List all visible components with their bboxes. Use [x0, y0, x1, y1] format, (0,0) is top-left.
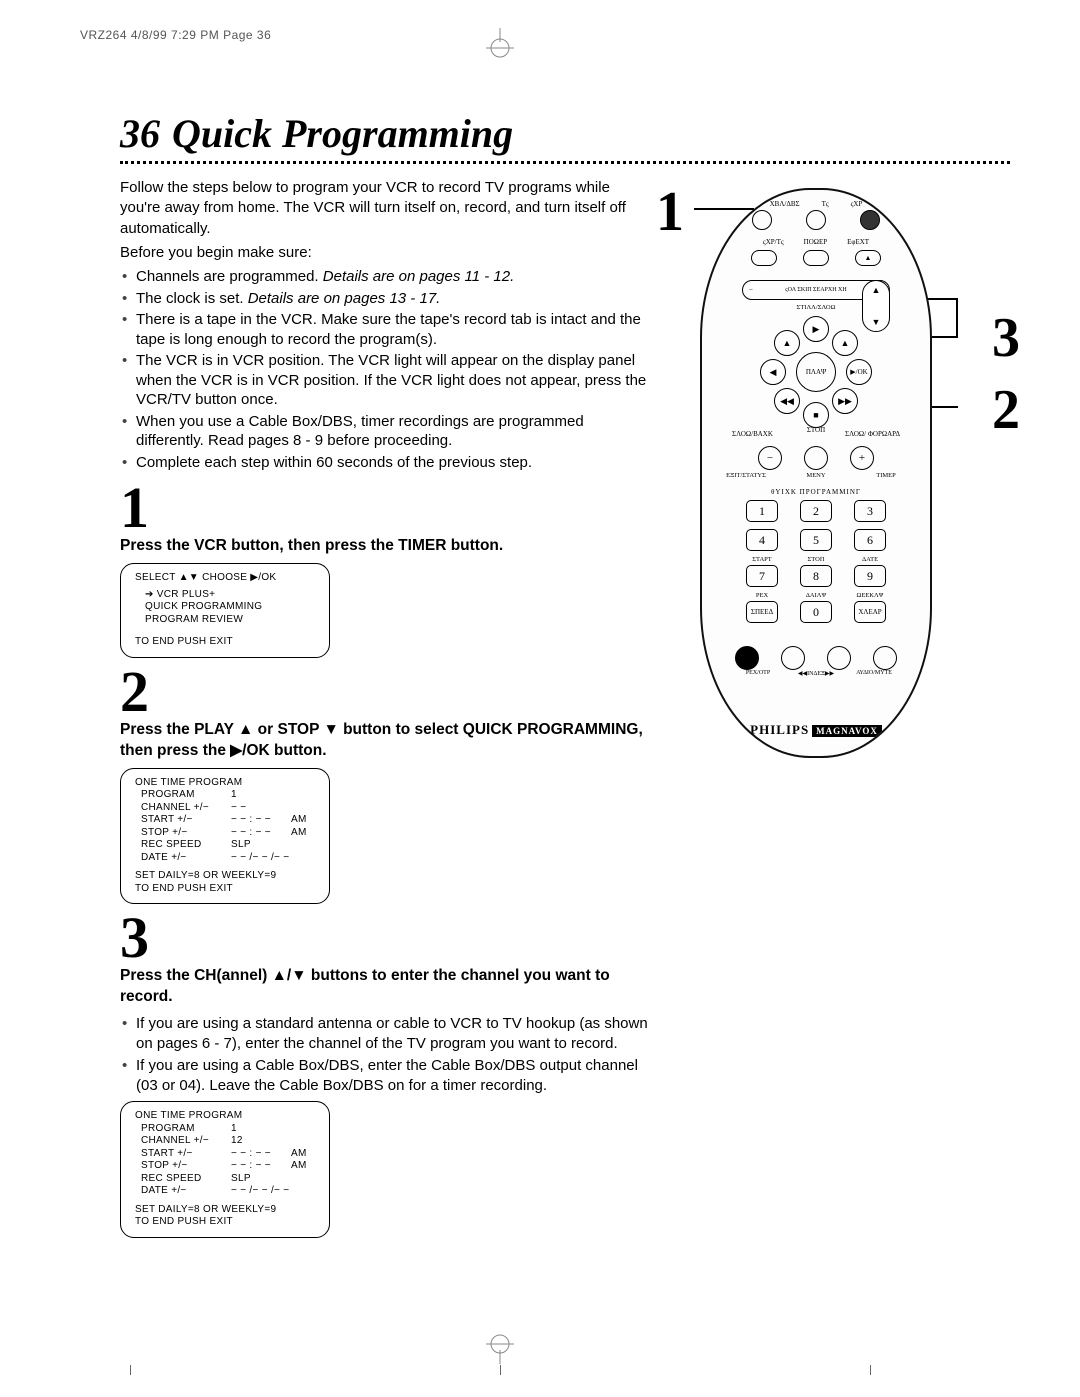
brand: PHILIPSMAGNAVOX	[702, 722, 930, 738]
step-1-screen: SELECT ▲▼ CHOOSE ▶/OK ➔ VCR PLUS+QUICK P…	[120, 563, 330, 658]
keypad-key-0[interactable]: 0	[800, 601, 832, 623]
page-number: 36	[120, 110, 160, 157]
prep-checklist: Channels are programmed. Details are on …	[120, 267, 650, 472]
rew2-button[interactable]: ◀◀	[774, 388, 800, 414]
keypad: 123456ΣΤΑΡΤΣΤΟΠΔΑΤΕ789ΡΕΧΔΑΙΛΨΩΕΕΚΛΨΣΠΕΕ…	[746, 500, 886, 628]
crop-mark-top	[480, 28, 520, 73]
prep-item: Channels are programmed. Details are on …	[120, 267, 650, 287]
step-3-bullets: If you are using a standard antenna or c…	[120, 1014, 650, 1095]
keypad-key-8[interactable]: 8	[800, 565, 832, 587]
prep-item: When you use a Cable Box/DBS, timer reco…	[120, 412, 650, 451]
keypad-key-7[interactable]: 7	[746, 565, 778, 587]
vcr-tv-button[interactable]	[751, 250, 777, 266]
ff-button[interactable]: ▲	[832, 330, 858, 356]
still-slow-button[interactable]: ▶	[803, 316, 829, 342]
keypad-key-ΣΠΕΕΔ[interactable]: ΣΠΕΕΔ	[746, 601, 778, 623]
ff2-button[interactable]: ▶▶	[832, 388, 858, 414]
page-title: Quick Programming	[172, 110, 513, 157]
callout-2: 2	[992, 378, 1020, 442]
rew-button[interactable]: ▲	[774, 330, 800, 356]
callout-3: 3	[992, 306, 1020, 370]
intro-text: Follow the steps below to program your V…	[120, 178, 650, 263]
index-button[interactable]	[781, 646, 805, 670]
keypad-key-2[interactable]: 2	[800, 500, 832, 522]
timer-button[interactable]: +	[850, 446, 874, 470]
step-2-number: 2	[120, 666, 650, 718]
tv-button[interactable]	[806, 210, 826, 230]
slow-back-label: ΣΛΟΩ/ΒΑΧΚ	[732, 430, 773, 438]
step-1-heading: Press the VCR button, then press the TIM…	[120, 536, 650, 557]
dpad: ΠΛΑΨ ▶ ΣΤΙΛΛ/ΣΛΟΩ ■ ΣΤΟΠ ◀ ▶/ΟΚ ▲ ▲ ◀◀ ▶…	[756, 312, 876, 432]
prep-item: There is a tape in the VCR. Make sure th…	[120, 310, 650, 349]
crop-mark-bottom	[480, 1324, 520, 1369]
left-button[interactable]: ◀	[760, 359, 786, 385]
keypad-key-4[interactable]: 4	[746, 529, 778, 551]
step-1-number: 1	[120, 482, 650, 534]
keypad-key-3[interactable]: 3	[854, 500, 886, 522]
audio-mute-button[interactable]	[827, 646, 851, 670]
step-2-screen: ONE TIME PROGRAM PROGRAM1CHANNEL +/−− −S…	[120, 768, 330, 905]
keypad-key-ΧΛΕΑΡ[interactable]: ΧΛΕΑΡ	[854, 601, 886, 623]
stop-button[interactable]: ■	[803, 402, 829, 428]
keypad-key-6[interactable]: 6	[854, 529, 886, 551]
remote-body: ΧΒΛ/ΔΒΣ Τς ςΧΡ ςΧΡ/Τς ΠΟΩΕΡ ΕφΕΧΤ ▲	[700, 188, 932, 758]
slow-fwd-label: ΣΛΟΩ/ ΦΟΡΩΑΡΔ	[845, 430, 900, 438]
keypad-key-1[interactable]: 1	[746, 500, 778, 522]
keypad-title: θΥΙΧΚ ΠΡΟΓΡΑΜΜΙΝΓ	[702, 488, 930, 496]
eject-button[interactable]: ▲	[855, 250, 881, 266]
step-3-bullet: If you are using a standard antenna or c…	[120, 1014, 650, 1054]
play-center-button[interactable]: ΠΛΑΨ	[796, 352, 836, 392]
rec-otr-button[interactable]	[735, 646, 759, 670]
prep-item: Complete each step within 60 seconds of …	[120, 453, 650, 473]
keypad-key-5[interactable]: 5	[800, 529, 832, 551]
prep-item: The clock is set. Details are on pages 1…	[120, 289, 650, 309]
step-3-screen: ONE TIME PROGRAM PROGRAM1CHANNEL +/−12ST…	[120, 1101, 330, 1238]
bottom-ticks	[0, 1365, 1080, 1375]
callout-1: 1	[656, 180, 684, 244]
step-3-bullet: If you are using a Cable Box/DBS, enter …	[120, 1056, 650, 1096]
remote-diagram: 1 3 2 ΧΒΛ/ΔΒΣ Τς	[700, 188, 980, 758]
prep-item: The VCR is in VCR position. The VCR ligh…	[120, 351, 650, 410]
ok-button[interactable]: ▶/ΟΚ	[846, 359, 872, 385]
keypad-key-9[interactable]: 9	[854, 565, 886, 587]
power-button[interactable]	[803, 250, 829, 266]
step-3-heading: Press the CH(annel) ▲/▼ buttons to enter…	[120, 966, 650, 1008]
cbl-dbs-button[interactable]	[752, 210, 772, 230]
menu-button[interactable]	[804, 446, 828, 470]
exit-status-button[interactable]: −	[758, 446, 782, 470]
extra-button[interactable]	[873, 646, 897, 670]
page-header-meta: VRZ264 4/8/99 7:29 PM Page 36	[80, 28, 271, 42]
step-2-heading: Press the PLAY ▲ or STOP ▼ button to sel…	[120, 720, 650, 762]
vcr-button[interactable]	[860, 210, 880, 230]
step-3-number: 3	[120, 912, 650, 964]
